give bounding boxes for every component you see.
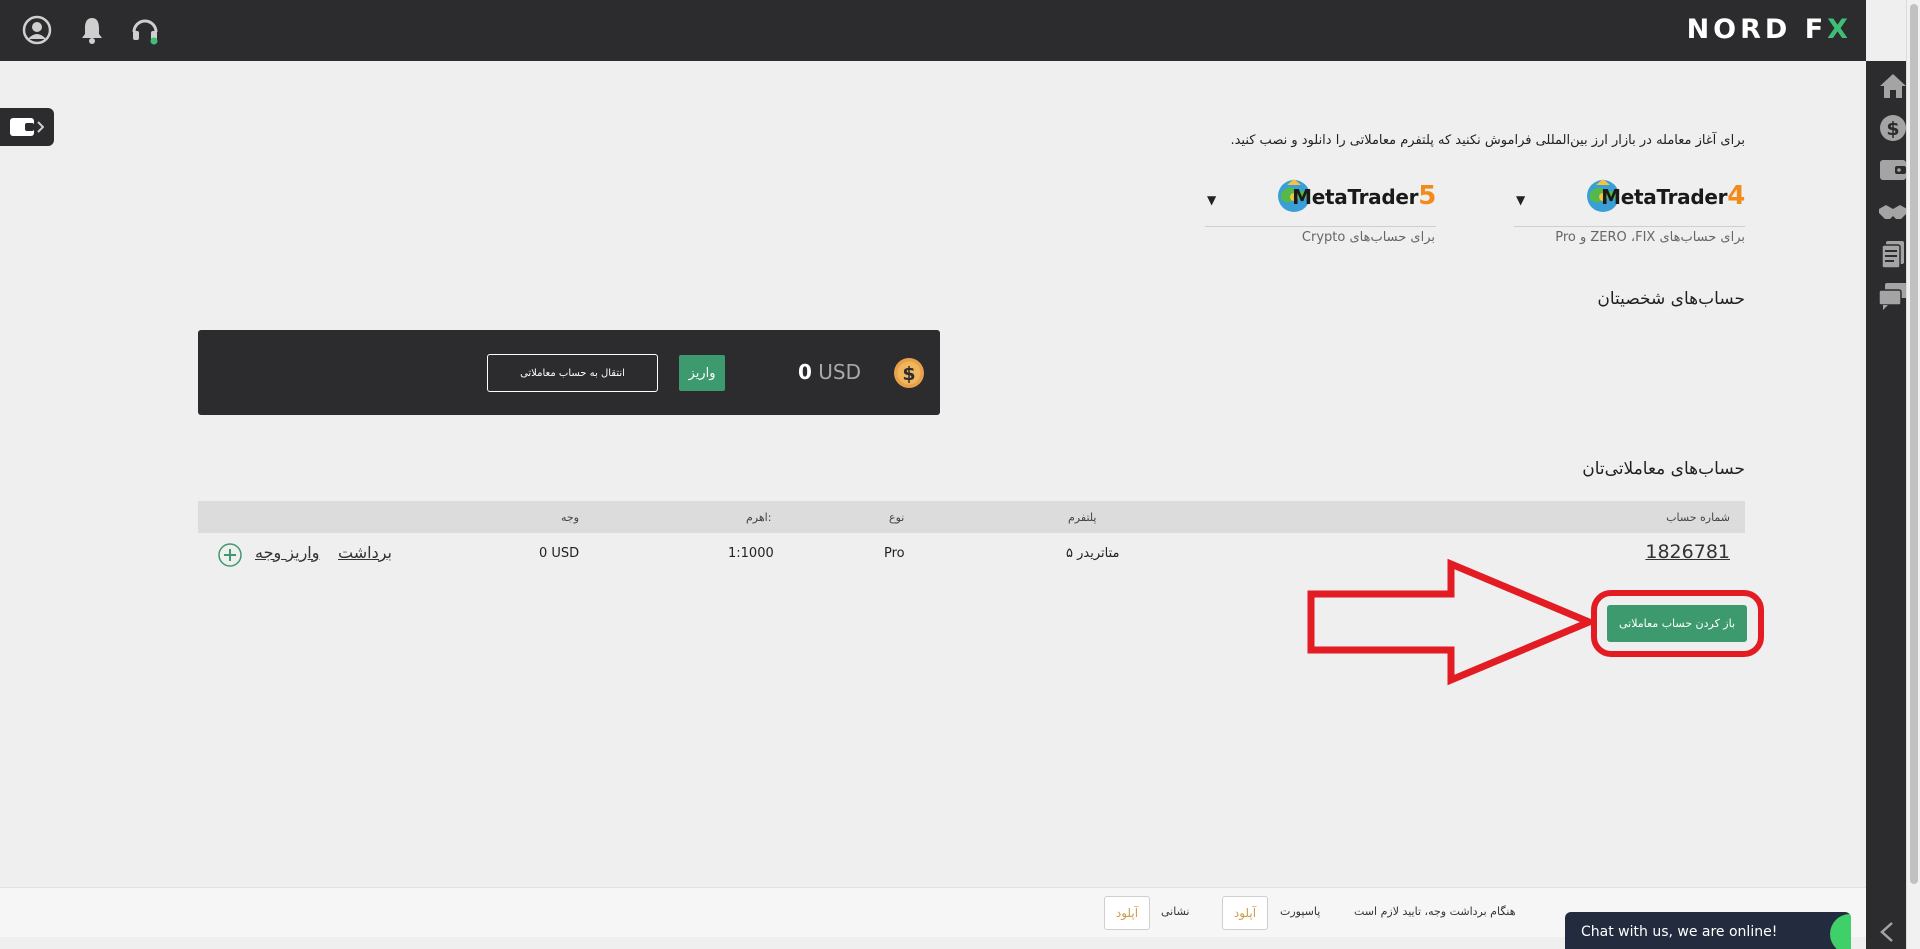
mt4-logo-text: MetaTrader4 [1601, 181, 1745, 211]
documents-icon[interactable] [1877, 239, 1909, 269]
nordfx-logo[interactable]: NORD FX [1687, 14, 1852, 45]
account-type: Pro [884, 546, 905, 561]
accounts-table-header: شماره حساب پلتفرم نوع اهرم: وجه [198, 501, 1745, 533]
address-upload-button[interactable]: آپلود [1104, 896, 1150, 930]
deposit-funds-link[interactable]: واریز وجه [255, 543, 319, 562]
handshake-icon[interactable] [1877, 197, 1909, 227]
chat-bubbles-icon[interactable] [1877, 281, 1909, 311]
mt5-subtitle: برای حساب‌های Crypto [1301, 230, 1435, 245]
wallet-arrow-icon [10, 118, 44, 136]
home-icon[interactable] [1877, 71, 1909, 101]
svg-text:$: $ [1886, 118, 1899, 140]
account-leverage: 1:1000 [728, 546, 774, 561]
header-type: نوع [889, 511, 905, 524]
svg-text:$: $ [902, 363, 915, 385]
personal-accounts-title: حساب‌های شخصیتان [1597, 289, 1745, 309]
account-number-link[interactable]: 1826781 [1645, 541, 1730, 563]
collapse-sidebar-icon[interactable] [1874, 920, 1902, 944]
address-label: نشانی [1161, 905, 1190, 918]
wallet-icon[interactable] [1877, 155, 1909, 185]
chevron-down-icon[interactable]: ▼ [1207, 193, 1216, 207]
platform-mt4[interactable]: ▼ MetaTrader4 [1514, 175, 1745, 227]
withdrawal-verification-note: هنگام برداشت وجه، تایید لازم است [1354, 905, 1516, 918]
wallet-balance-card: $ 0 USD واریز انتقال به حساب معاملاتی [198, 330, 940, 415]
trading-accounts-title: حساب‌های معاملاتی‌تان [1582, 459, 1745, 479]
page-scrollbar[interactable] [1906, 0, 1920, 949]
chat-online-indicator [1830, 914, 1851, 949]
user-icon[interactable] [21, 14, 53, 46]
add-circle-icon[interactable] [218, 543, 242, 567]
live-chat-widget[interactable]: Chat with us, we are online! [1565, 912, 1851, 949]
transfer-to-trading-button[interactable]: انتقال به حساب معاملاتی [487, 354, 658, 392]
account-funds: 0 USD [539, 546, 580, 561]
passport-label: پاسپورت [1280, 905, 1321, 918]
headset-icon[interactable] [129, 14, 161, 46]
red-arrow-annotation [1307, 558, 1596, 686]
deposit-button[interactable]: واریز [679, 355, 725, 391]
open-trading-account-button[interactable]: باز کردن حساب معاملاتی [1607, 605, 1747, 642]
scrollbar-thumb[interactable] [1910, 4, 1918, 884]
header-leverage: اهرم: [746, 511, 772, 524]
chevron-down-icon[interactable]: ▼ [1516, 193, 1525, 207]
platform-mt5[interactable]: ▼ MetaTrader5 [1205, 175, 1436, 227]
header-account-number: شماره حساب [1666, 511, 1730, 524]
dollar-icon[interactable]: $ [1877, 113, 1909, 143]
wallet-panel-toggle[interactable] [0, 108, 54, 146]
chat-label: Chat with us, we are online! [1581, 924, 1778, 940]
bell-icon[interactable] [76, 14, 108, 46]
wallet-balance: 0 USD [798, 360, 862, 384]
platform-download-notice: برای آغاز معامله در بازار ارز بین‌المللی… [1230, 133, 1745, 148]
header-platform: پلتفرم [1068, 511, 1097, 524]
passport-upload-button[interactable]: آپلود [1222, 896, 1268, 930]
header-funds: وجه [561, 511, 580, 524]
withdraw-link[interactable]: برداشت [338, 543, 392, 562]
account-platform: متاتریدر ۵ [1066, 546, 1120, 561]
mt4-subtitle: برای حساب‌های ZERO ،FIX و Pro [1555, 230, 1745, 245]
top-bar: NORD FX [0, 0, 1866, 61]
mt5-logo-text: MetaTrader5 [1292, 181, 1436, 211]
dollar-coin-icon: $ [894, 358, 924, 388]
